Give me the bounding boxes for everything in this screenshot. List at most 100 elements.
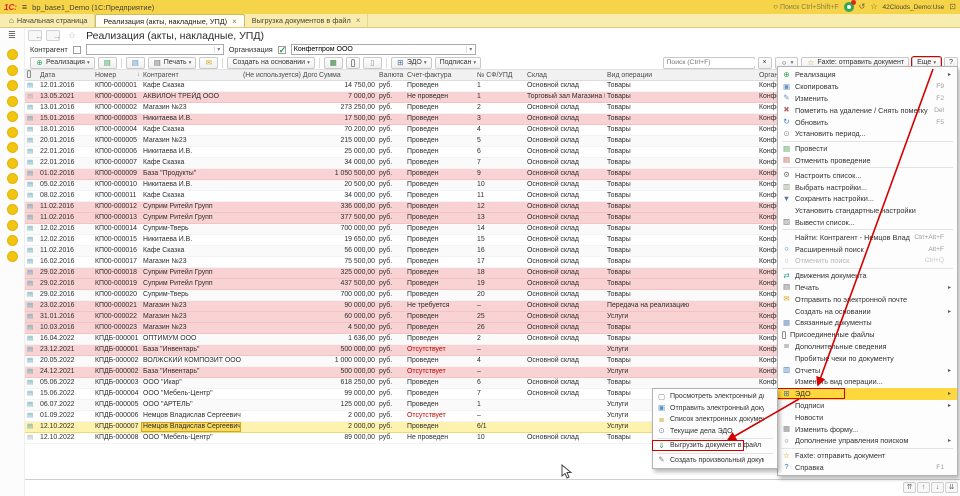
page-up-button[interactable]: ↑ — [917, 482, 930, 493]
list-search[interactable] — [663, 57, 755, 69]
menu-item-провести[interactable]: ▤Провести — [778, 143, 957, 155]
column-header-attach[interactable] — [25, 70, 38, 80]
section-icon[interactable] — [7, 158, 18, 169]
menu-item-реализация[interactable]: ⊕Реализация▸ — [778, 69, 957, 81]
column-header-(Не используется) Договор[interactable]: (Не используется) Договор — [241, 70, 317, 80]
menu-item-текущие-дела-эдо[interactable]: ⊙Текущие дела ЭДО — [653, 426, 777, 438]
menu-item-эдо[interactable]: ⊞ЭДО▸ — [778, 388, 957, 400]
menu-item-изменить-форму-[interactable]: ▦Изменить форму... — [778, 423, 957, 435]
menu-item-изменить[interactable]: ✎ИзменитьF2 — [778, 93, 957, 105]
email-icon-button[interactable]: ✉ — [199, 57, 218, 69]
column-header-№ СФ/УПД[interactable]: № СФ/УПД — [475, 70, 525, 80]
menu-item-движения-документа[interactable]: ⇄Движения документа — [778, 270, 957, 282]
list-search-input[interactable] — [664, 59, 759, 66]
counterparty-checkbox[interactable] — [73, 46, 81, 54]
column-header-Счет-фактура[interactable]: Счет-фактура — [405, 70, 475, 80]
menu-item-отменить-проведение[interactable]: ▤Отменить проведение — [778, 155, 957, 167]
excel-icon-button[interactable]: ▦ — [324, 57, 343, 69]
section-icon[interactable] — [7, 189, 18, 200]
подписан-button[interactable]: Подписан▾ — [435, 57, 482, 69]
menu-item-установить-стандартные-настрой[interactable]: Установить стандартные настройки — [778, 205, 957, 217]
close-icon[interactable]: × — [356, 16, 361, 25]
section-icon[interactable] — [7, 235, 18, 246]
menu-item-подписи[interactable]: Подписи▸ — [778, 400, 957, 412]
menu-item-отменить-поиск[interactable]: ○Отменить поискCtrl+Q — [778, 255, 957, 267]
panel-menu-icon[interactable]: ≣ — [0, 28, 24, 45]
menu-item-новости[interactable]: Новости — [778, 411, 957, 423]
column-header-Сумма[interactable]: Сумма — [317, 70, 377, 80]
menu-item-выгрузить-документ-в-файл[interactable]: ⇓Выгрузить документ в файл — [653, 440, 777, 452]
section-icon[interactable] — [7, 49, 18, 60]
section-icon[interactable] — [7, 80, 18, 91]
invoice-icon-button[interactable]: ▤ — [126, 57, 145, 69]
organization-input[interactable] — [292, 45, 466, 54]
tab-2[interactable]: Выгрузка документов в файл× — [245, 14, 369, 27]
section-icon[interactable] — [7, 96, 18, 107]
menu-item-отчеты[interactable]: ▥Отчеты▸ — [778, 364, 957, 376]
section-icon[interactable] — [7, 65, 18, 76]
favorites-icon[interactable]: ☆ — [870, 2, 877, 12]
column-header-Номер[interactable]: Номер↓ — [93, 70, 141, 80]
counterparty-combo[interactable]: ▾ — [86, 44, 224, 55]
favorite-star-icon[interactable]: ☆ — [68, 30, 76, 41]
page-down-button[interactable]: ↓ — [931, 482, 944, 493]
menu-item-присоединенные-файлы[interactable]: Присоединенные файлы — [778, 329, 957, 341]
реализация-button[interactable]: ⊕Реализация▾ — [30, 57, 95, 69]
forward-button[interactable]: → — [46, 30, 60, 41]
section-icon[interactable] — [7, 251, 18, 262]
section-icon[interactable] — [7, 173, 18, 184]
close-icon[interactable]: × — [232, 17, 237, 26]
column-header-Склад[interactable]: Склад — [525, 70, 605, 80]
menu-item-отправить-по-электронной-почте[interactable]: ✉Отправить по электронной почте — [778, 293, 957, 305]
menu-item-список-электронных-документов[interactable]: ≣Список электронных документов — [653, 414, 777, 426]
menu-item-выбрать-настройки-[interactable]: ▥Выбрать настройки... — [778, 181, 957, 193]
menu-item-скопировать[interactable]: ▣СкопироватьF9 — [778, 81, 957, 93]
menu-item-создать-произвольный-документ[interactable]: ✎Создать произвольный документ — [653, 455, 777, 467]
chevron-down-icon[interactable]: ▾ — [214, 46, 223, 53]
clear-search-button[interactable]: × — [758, 57, 772, 69]
current-user[interactable]: 42Clouds_Demo:Use — [883, 4, 945, 11]
column-header-Контрагент[interactable]: Контрагент — [141, 70, 241, 80]
counterparty-input[interactable] — [87, 45, 214, 54]
menu-item-сохранить-настройки-[interactable]: ▼Сохранить настройки... — [778, 193, 957, 205]
file-icon-button[interactable]: ▯ — [363, 57, 382, 69]
menu-item-пробитые-чеки-по-документу[interactable]: Пробитые чеки по документу — [778, 352, 957, 364]
создать-на-основании-button[interactable]: Создать на основании▾ — [227, 57, 314, 69]
column-header-Дата[interactable]: Дата — [38, 70, 93, 80]
column-header-Вид операции[interactable]: Вид операции — [605, 70, 757, 80]
post-icon-button[interactable]: ▤ — [98, 57, 117, 69]
attach-icon-button[interactable] — [346, 57, 360, 69]
menu-item-дополнение-управления-поиском[interactable]: ○Дополнение управления поиском▸ — [778, 435, 957, 447]
column-header-Валюта[interactable]: Валюта — [377, 70, 405, 80]
organization-checkbox[interactable] — [278, 46, 286, 54]
menu-item-найти-контрагент-немцов-владис[interactable]: Найти: Контрагент - Немцов Владислав Сер… — [778, 231, 957, 243]
section-icon[interactable] — [7, 220, 18, 231]
tab-1[interactable]: Реализация (акты, накладные, УПД)× — [95, 14, 244, 27]
эдо-button[interactable]: ⊞ЭДО▾ — [391, 57, 432, 69]
menu-item-расширенный-поиск[interactable]: ○Расширенный поискAlt+F — [778, 243, 957, 255]
chevron-down-icon[interactable]: ▾ — [466, 46, 475, 53]
menu-item-пометить-на-удаление-снять-пом[interactable]: ✖Пометить на удаление / Снять пометкуDel — [778, 104, 957, 116]
menu-item-изменить-вид-операции-[interactable]: Изменить вид операции... — [778, 376, 957, 388]
menu-item-справка[interactable]: ?СправкаF1 — [778, 462, 957, 474]
section-icon[interactable] — [7, 204, 18, 215]
menu-item-печать[interactable]: ▤Печать▸ — [778, 282, 957, 294]
section-icon[interactable] — [7, 142, 18, 153]
display-icon[interactable]: ⊡ — [949, 2, 956, 12]
global-search[interactable]: ○ Поиск Ctrl+Shift+F — [773, 2, 839, 12]
main-menu-icon[interactable]: ≡ — [22, 2, 27, 12]
menu-item-связанные-документы[interactable]: ▦Связанные документы — [778, 317, 957, 329]
печать-button[interactable]: ▤Печать▾ — [148, 57, 197, 69]
notifications-icon[interactable] — [844, 2, 854, 12]
tab-home[interactable]: ⌂Начальная страница — [2, 14, 95, 27]
back-button[interactable]: ← — [28, 30, 42, 41]
menu-item-установить-период-[interactable]: ⊙Установить период... — [778, 128, 957, 140]
section-icon[interactable] — [7, 111, 18, 122]
menu-item-faxte-отправить-документ[interactable]: ☆Faxte: отправить документ — [778, 450, 957, 462]
menu-item-обновить[interactable]: ↻ОбновитьF5 — [778, 116, 957, 128]
menu-item-отправить-электронный-документ[interactable]: ▣Отправить электронный документ — [653, 403, 777, 415]
section-icon[interactable] — [7, 127, 18, 138]
go-bottom-button[interactable]: ⇊ — [945, 482, 958, 493]
history-icon[interactable]: ↺ — [859, 2, 866, 12]
organization-combo[interactable]: ▾ — [291, 44, 476, 55]
